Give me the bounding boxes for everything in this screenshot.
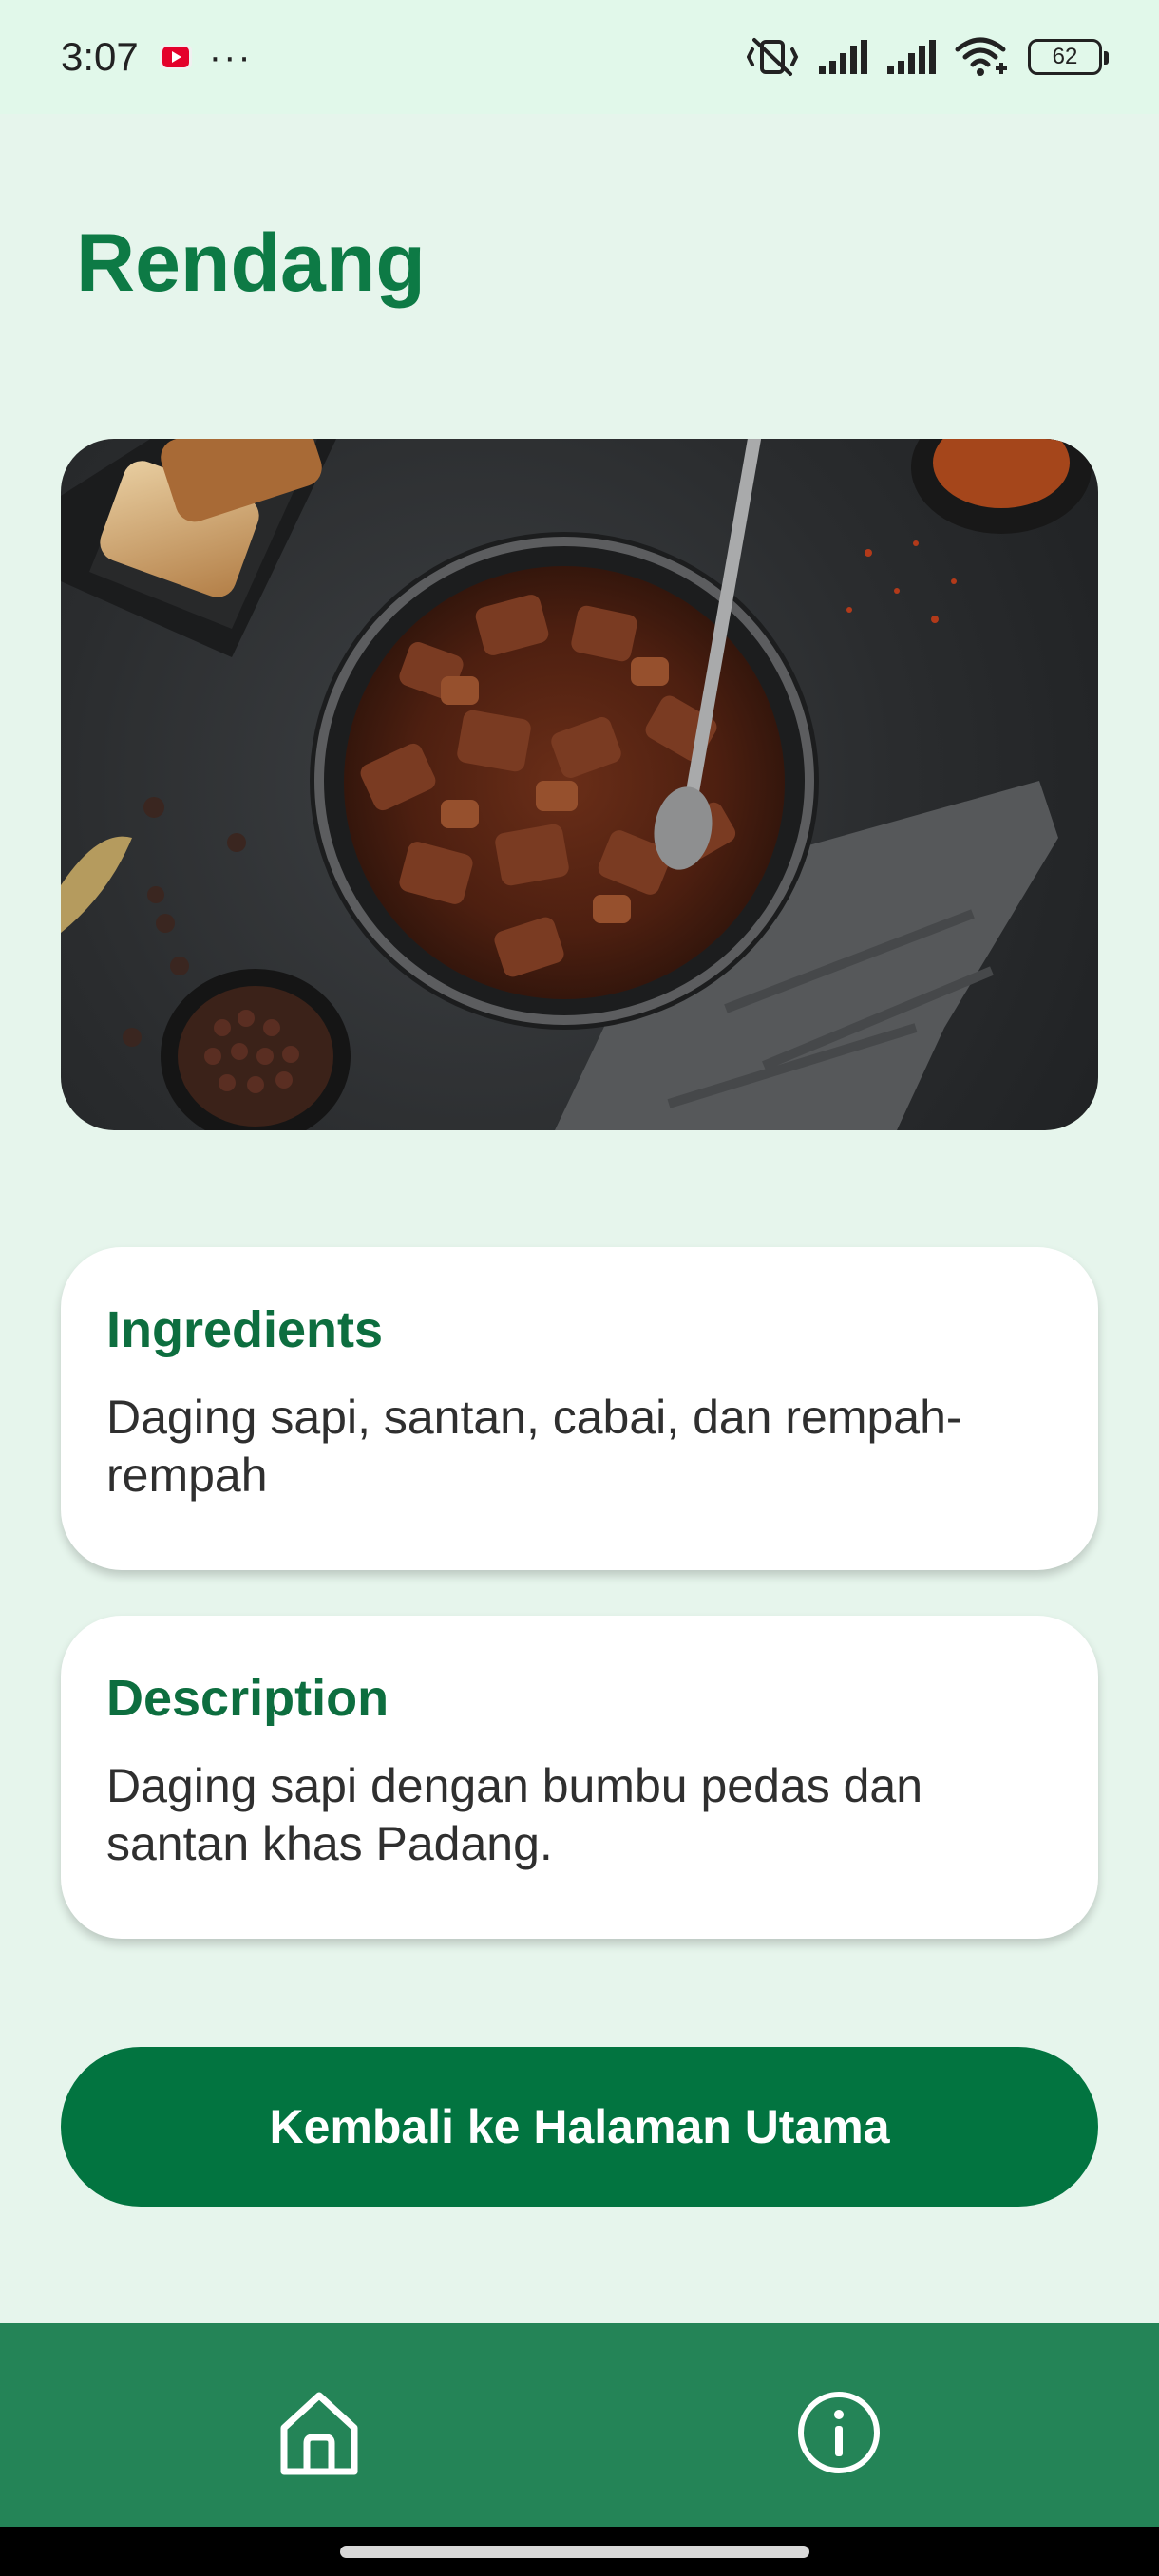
bottom-navigation <box>0 2323 1159 2527</box>
page-title: Rendang <box>76 218 426 309</box>
wifi-icon <box>955 37 1007 76</box>
back-to-home-button[interactable]: Kembali ke Halaman Utama <box>61 2047 1098 2207</box>
ingredients-text: Daging sapi, santan, cabai, dan rempah-r… <box>106 1391 962 1503</box>
status-bar: 3:07 ··· 62 <box>0 0 1159 114</box>
info-icon <box>798 2392 880 2473</box>
status-time: 3:07 <box>61 34 139 79</box>
battery-level: 62 <box>1052 44 1078 69</box>
vibrate-off-icon <box>747 38 799 76</box>
description-title: Description <box>106 1670 390 1727</box>
signal-icon <box>887 40 936 74</box>
youtube-notification-icon <box>159 45 192 69</box>
status-icons: 62 <box>747 36 1109 78</box>
description-text: Daging sapi dengan bumbu pedas dan santa… <box>106 1759 923 1871</box>
recipe-detail-screen: 3:07 ··· 62 Rendang Ingredients Daging s… <box>0 0 1159 2576</box>
gesture-handle[interactable] <box>340 2546 809 2558</box>
more-notifications-icon: ··· <box>208 36 253 78</box>
ingredients-title: Ingredients <box>106 1301 384 1358</box>
ingredients-card: Ingredients Daging sapi, santan, cabai, … <box>61 1247 1098 1570</box>
battery-icon: 62 <box>1028 39 1109 75</box>
gesture-navigation-area <box>0 2527 1159 2576</box>
nav-info[interactable] <box>796 2390 882 2475</box>
signal-icon <box>819 40 867 74</box>
home-icon <box>280 2392 358 2475</box>
description-card: Description Daging sapi dengan bumbu ped… <box>61 1616 1098 1939</box>
nav-home[interactable] <box>278 2390 360 2477</box>
rendang-dish-photo <box>61 439 1098 1130</box>
